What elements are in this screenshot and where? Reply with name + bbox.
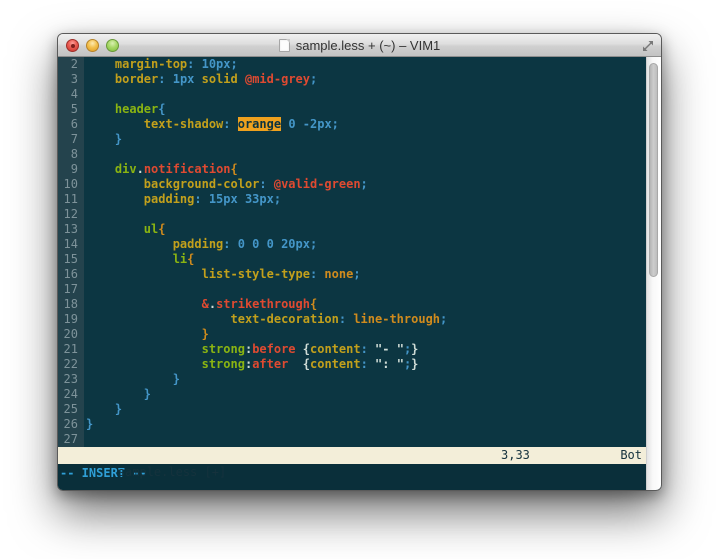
line-number: 17 xyxy=(58,282,84,297)
code-line[interactable]: 25 } xyxy=(58,402,646,417)
code-line[interactable]: 5 header{ xyxy=(58,102,646,117)
title-group: sample.less + (~) – VIM1 xyxy=(279,38,441,53)
code-line[interactable]: 2 margin-top: 10px; xyxy=(58,57,646,72)
line-number: 24 xyxy=(58,387,84,402)
code-line[interactable]: 6 text-shadow: orange 0 -2px; xyxy=(58,117,646,132)
titlebar[interactable]: sample.less + (~) – VIM1 xyxy=(58,34,661,57)
code-text: } xyxy=(84,402,122,417)
code-text: background-color: @valid-green; xyxy=(84,177,368,192)
code-line[interactable]: 10 background-color: @valid-green; xyxy=(58,177,646,192)
code-line[interactable]: 3 border: 1px solid @mid-grey; xyxy=(58,72,646,87)
code-text xyxy=(84,282,86,297)
line-number: 3 xyxy=(58,72,84,87)
code-text: div.notification{ xyxy=(84,162,238,177)
minimize-button[interactable] xyxy=(86,39,99,52)
line-number: 8 xyxy=(58,147,84,162)
code-text: text-decoration: line-through; xyxy=(84,312,447,327)
vim-statusline: sample.less [+] 3,33 Bot xyxy=(58,447,646,464)
fullscreen-icon xyxy=(642,40,654,52)
scrollbar-thumb[interactable] xyxy=(649,63,658,277)
line-number: 19 xyxy=(58,312,84,327)
line-number: 21 xyxy=(58,342,84,357)
code-line[interactable]: 15 li{ xyxy=(58,252,646,267)
code-line[interactable]: 19 text-decoration: line-through; xyxy=(58,312,646,327)
line-number: 13 xyxy=(58,222,84,237)
editor-column: 2 margin-top: 10px;3 border: 1px solid @… xyxy=(58,57,646,490)
line-number: 18 xyxy=(58,297,84,312)
code-text: ul{ xyxy=(84,222,165,237)
code-text: } xyxy=(84,372,180,387)
code-line[interactable]: 21 strong:before {content: "- ";} xyxy=(58,342,646,357)
line-number: 4 xyxy=(58,87,84,102)
fullscreen-button[interactable] xyxy=(641,39,654,52)
line-number: 27 xyxy=(58,432,84,447)
file-indicator: sample.less [+] xyxy=(118,465,226,479)
code-line[interactable]: 26} xyxy=(58,417,646,432)
code-text xyxy=(84,87,86,102)
code-text: li{ xyxy=(84,252,194,267)
code-text: border: 1px solid @mid-grey; xyxy=(84,72,317,87)
code-text: margin-top: 10px; xyxy=(84,57,238,72)
line-number: 6 xyxy=(58,117,84,132)
code-line[interactable]: 11 padding: 15px 33px; xyxy=(58,192,646,207)
code-text: strong:before {content: "- ";} xyxy=(84,342,418,357)
code-text: strong:after {content: ": ";} xyxy=(84,357,418,372)
code-line[interactable]: 14 padding: 0 0 0 20px; xyxy=(58,237,646,252)
code-text xyxy=(84,432,86,447)
code-text: padding: 0 0 0 20px; xyxy=(84,237,317,252)
line-number: 15 xyxy=(58,252,84,267)
code-line[interactable]: 7 } xyxy=(58,132,646,147)
close-button[interactable] xyxy=(66,39,79,52)
scrollbar[interactable] xyxy=(646,57,661,490)
code-text xyxy=(84,147,86,162)
line-number: 2 xyxy=(58,57,84,72)
code-line[interactable]: 23 } xyxy=(58,372,646,387)
code-line[interactable]: 13 ul{ xyxy=(58,222,646,237)
code-text: text-shadow: orange 0 -2px; xyxy=(84,117,339,132)
code-text: padding: 15px 33px; xyxy=(84,192,281,207)
traffic-lights xyxy=(66,39,119,52)
vim-window: sample.less + (~) – VIM1 2 margin-top: 1… xyxy=(57,33,662,491)
code-line[interactable]: 4 xyxy=(58,87,646,102)
line-number: 9 xyxy=(58,162,84,177)
line-number: 12 xyxy=(58,207,84,222)
code-text: list-style-type: none; xyxy=(84,267,361,282)
code-text: } xyxy=(84,417,93,432)
line-number: 22 xyxy=(58,357,84,372)
cursor-position: 3,33 xyxy=(501,447,530,464)
code-line[interactable]: 24 } xyxy=(58,387,646,402)
code-line[interactable]: 8 xyxy=(58,147,646,162)
code-text: header{ xyxy=(84,102,166,117)
window-content: 2 margin-top: 10px;3 border: 1px solid @… xyxy=(58,57,661,490)
code-line[interactable]: 22 strong:after {content: ": ";} xyxy=(58,357,646,372)
code-text: } xyxy=(84,327,209,342)
document-icon xyxy=(279,39,290,52)
code-area[interactable]: 2 margin-top: 10px;3 border: 1px solid @… xyxy=(58,57,646,447)
code-line[interactable]: 18 &.strikethrough{ xyxy=(58,297,646,312)
line-number: 10 xyxy=(58,177,84,192)
line-number: 23 xyxy=(58,372,84,387)
code-line[interactable]: 16 list-style-type: none; xyxy=(58,267,646,282)
code-text: } xyxy=(84,132,122,147)
line-number: 5 xyxy=(58,102,84,117)
code-line[interactable]: 20 } xyxy=(58,327,646,342)
code-text: } xyxy=(84,387,151,402)
line-number: 14 xyxy=(58,237,84,252)
line-number: 16 xyxy=(58,267,84,282)
code-line[interactable]: 9 div.notification{ xyxy=(58,162,646,177)
code-text xyxy=(84,207,86,222)
code-text: &.strikethrough{ xyxy=(84,297,317,312)
line-number: 25 xyxy=(58,402,84,417)
line-number: 26 xyxy=(58,417,84,432)
code-line[interactable]: 27 xyxy=(58,432,646,447)
line-number: 11 xyxy=(58,192,84,207)
code-line[interactable]: 12 xyxy=(58,207,646,222)
zoom-button[interactable] xyxy=(106,39,119,52)
code-line[interactable]: 17 xyxy=(58,282,646,297)
scroll-position: Bot xyxy=(620,447,642,464)
window-title: sample.less + (~) – VIM1 xyxy=(296,38,441,53)
line-number: 7 xyxy=(58,132,84,147)
line-number: 20 xyxy=(58,327,84,342)
